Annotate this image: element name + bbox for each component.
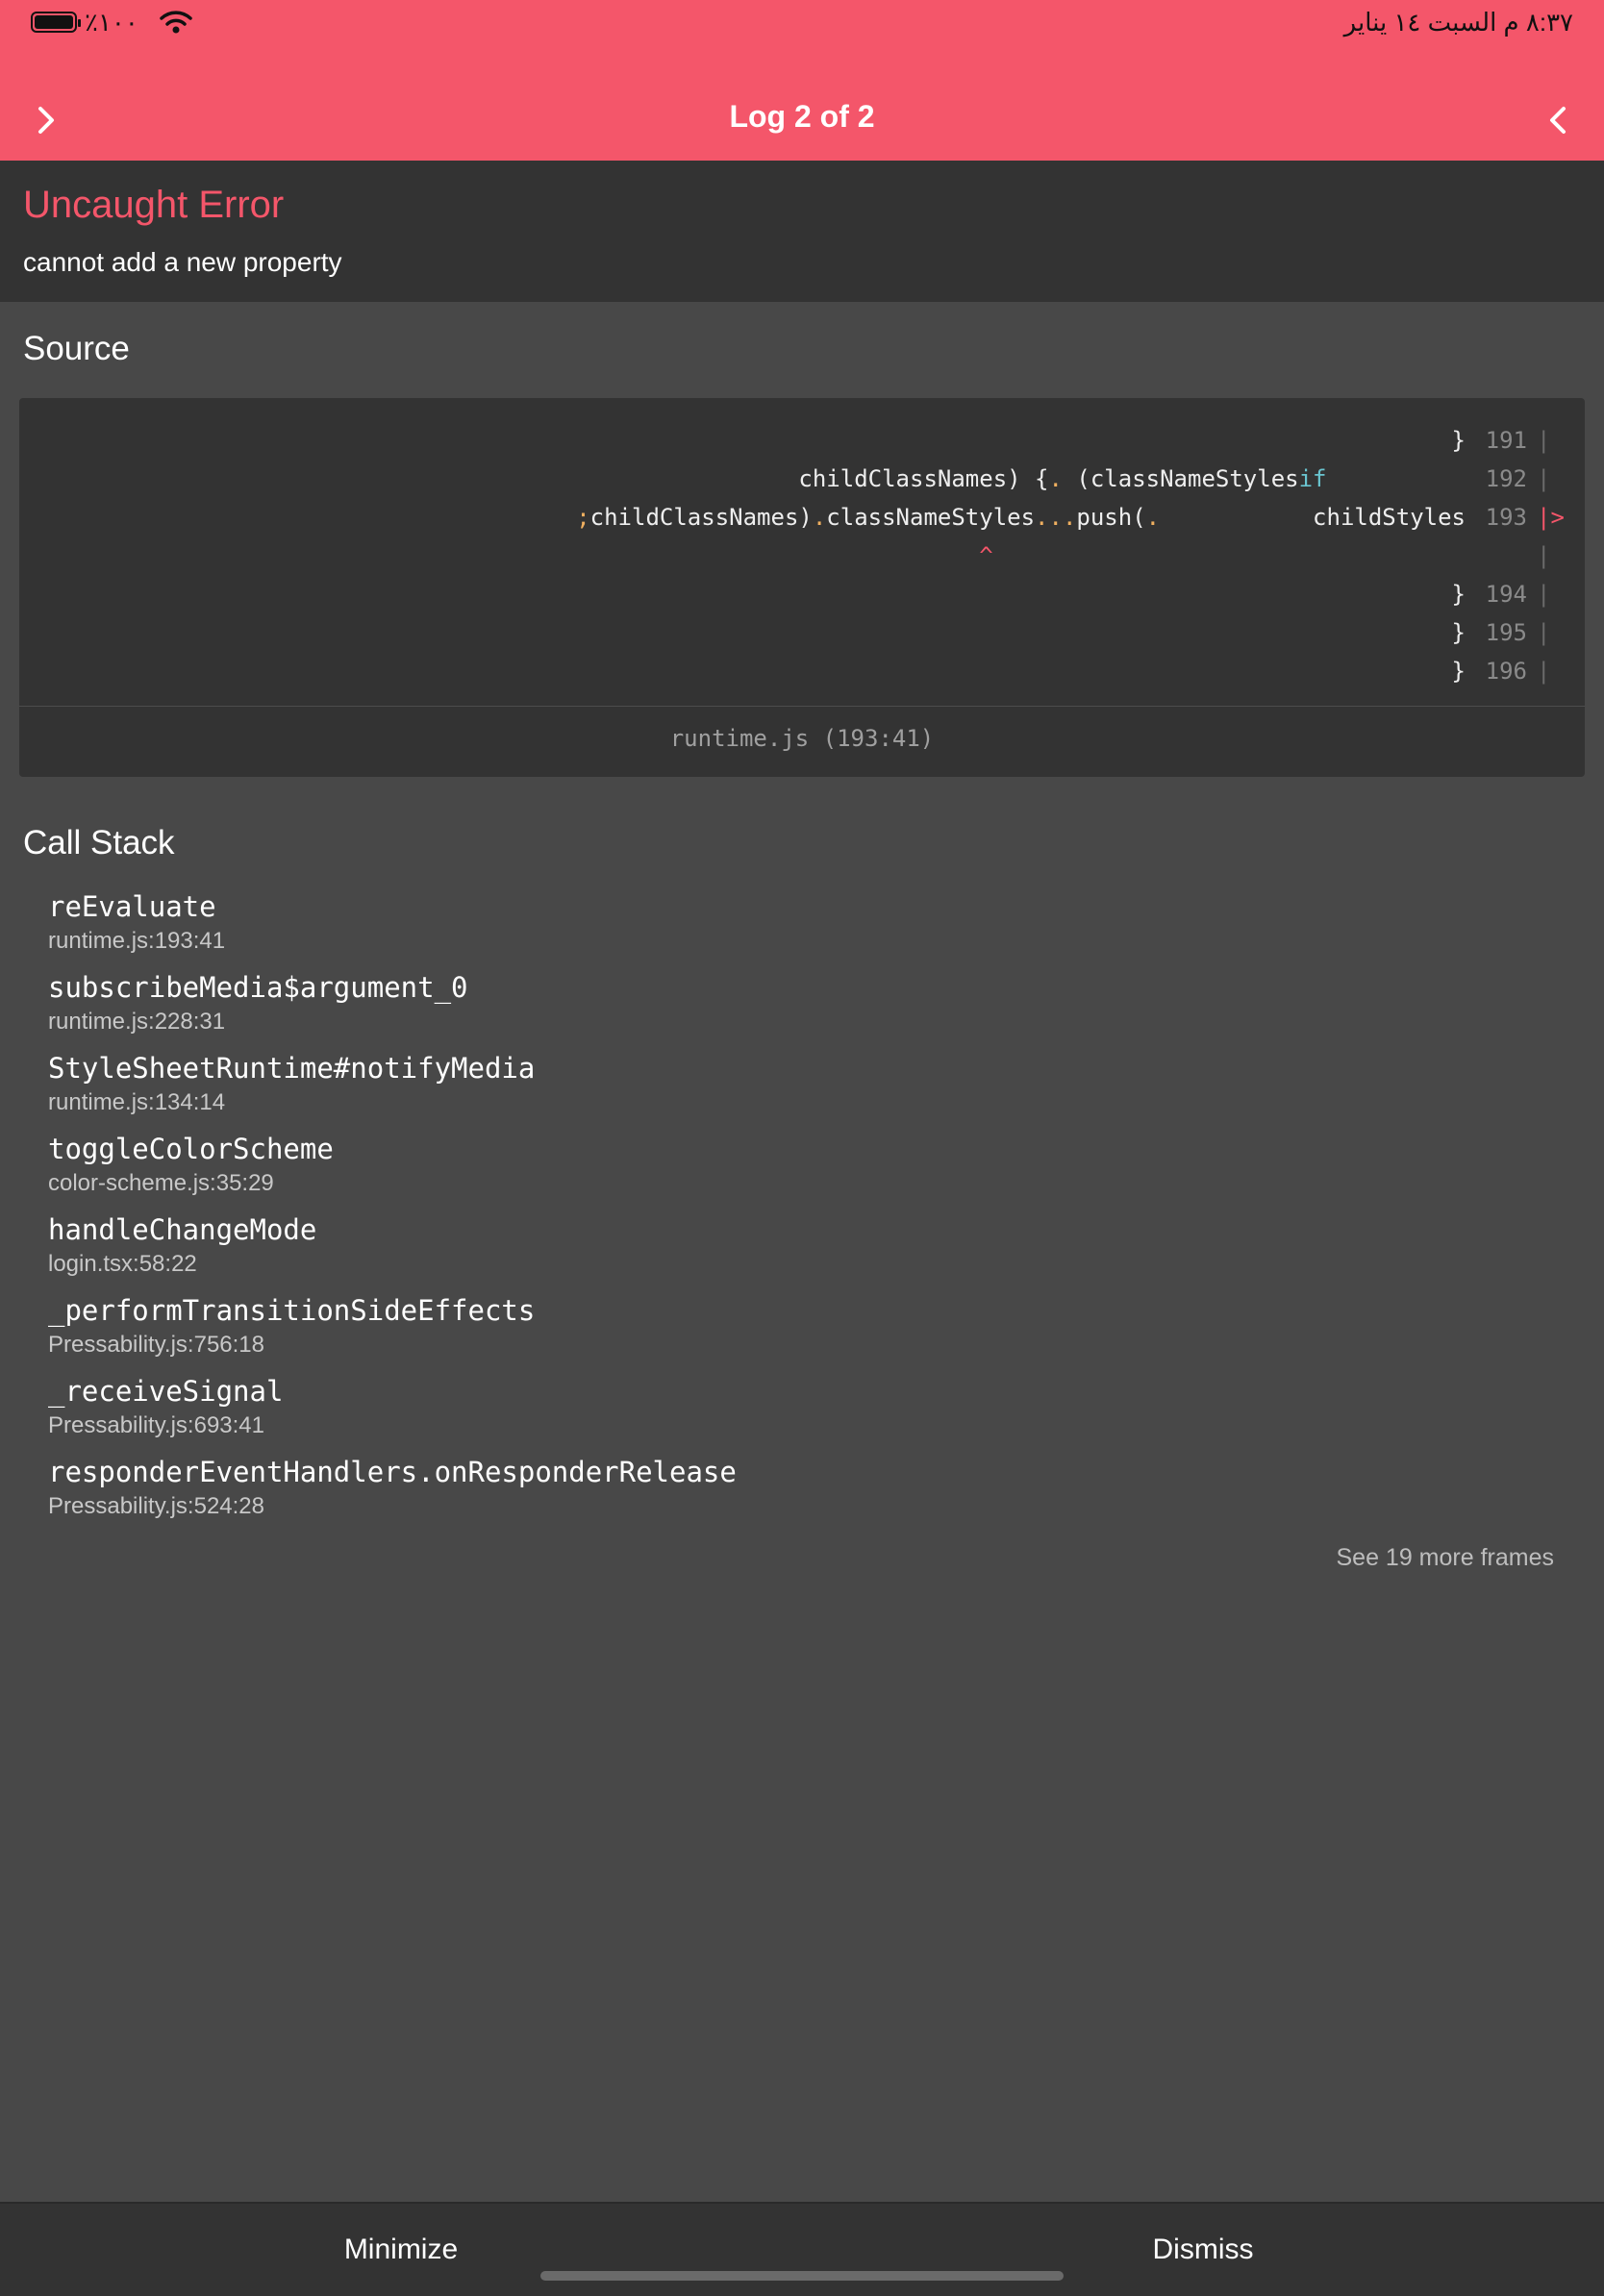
code-line-error-caret: ^ | xyxy=(979,542,1551,569)
frame-function-name: reEvaluate xyxy=(48,890,216,923)
minimize-button[interactable]: Minimize xyxy=(0,2204,802,2296)
status-time-date: ٨:٣٧ م السبت ١٤ يناير xyxy=(1343,8,1573,37)
stack-frame[interactable]: responderEventHandlers.onResponderReleas… xyxy=(48,1452,1394,1533)
log-header: ٪١٠٠ ٨:٣٧ م السبت ١٤ يناير Log 2 of 2 xyxy=(0,0,1604,161)
code-line: } 191 | xyxy=(1451,427,1551,454)
code-line: } 195 | xyxy=(1451,619,1551,646)
dismiss-button[interactable]: Dismiss xyxy=(802,2204,1604,2296)
frame-location: login.tsx:58:22 xyxy=(48,1251,197,1277)
frame-location: runtime.js:193:41 xyxy=(48,928,226,954)
frame-function-name: subscribeMedia$argument_0 xyxy=(48,971,468,1004)
stack-frame[interactable]: _performTransitionSideEffects Pressabili… xyxy=(48,1290,1394,1371)
error-message: cannot add a new property xyxy=(23,247,342,277)
wifi-icon xyxy=(160,11,192,34)
frame-location: runtime.js:134:14 xyxy=(48,1089,226,1115)
frame-function-name: handleChangeMode xyxy=(48,1213,317,1246)
call-stack-list: reEvaluate runtime.js:193:41 subscribeMe… xyxy=(48,886,1394,1533)
code-line: } 196 | xyxy=(1451,658,1551,685)
code-line: childClassNames) {. (classNameStylesif 1… xyxy=(798,465,1551,492)
code-line-highlighted: ;childClassNames).classNameStyles...push… xyxy=(576,504,1565,531)
error-summary: Uncaught Error cannot add a new property xyxy=(0,161,1604,302)
stack-frame[interactable]: _receiveSignal Pressability.js:693:41 xyxy=(48,1371,1394,1452)
previous-log-button[interactable] xyxy=(1519,82,1596,159)
stack-frame[interactable]: subscribeMedia$argument_0 runtime.js:228… xyxy=(48,967,1394,1048)
battery-percent: ٪١٠٠ xyxy=(85,7,138,37)
battery-status: ٪١٠٠ xyxy=(31,8,192,37)
frame-location: Pressability.js:693:41 xyxy=(48,1412,264,1438)
stack-frame[interactable]: StyleSheetRuntime#notifyMedia runtime.js… xyxy=(48,1048,1394,1129)
call-stack-heading: Call Stack xyxy=(23,824,175,861)
home-indicator[interactable] xyxy=(540,2271,1064,2281)
stack-frame[interactable]: toggleColorScheme color-scheme.js:35:29 xyxy=(48,1129,1394,1210)
frame-location: Pressability.js:756:18 xyxy=(48,1332,264,1358)
battery-icon xyxy=(31,12,81,33)
error-title: Uncaught Error xyxy=(23,184,285,226)
frame-function-name: StyleSheetRuntime#notifyMedia xyxy=(48,1052,536,1085)
frame-location: runtime.js:228:31 xyxy=(48,1009,226,1035)
frame-function-name: responderEventHandlers.onResponderReleas… xyxy=(48,1456,737,1488)
stack-frame[interactable]: reEvaluate runtime.js:193:41 xyxy=(48,886,1394,967)
log-navigation: Log 2 of 2 xyxy=(0,82,1604,159)
source-heading: Source xyxy=(23,330,130,367)
status-bar: ٪١٠٠ ٨:٣٧ م السبت ١٤ يناير xyxy=(0,0,1604,48)
see-more-frames-link[interactable]: See 19 more frames xyxy=(1337,1544,1555,1572)
frame-function-name: _receiveSignal xyxy=(48,1375,284,1408)
code-lines: } 191 | childClassNames) {. (classNameSt… xyxy=(27,421,1566,690)
frame-function-name: toggleColorScheme xyxy=(48,1133,334,1165)
code-line: } 194 | xyxy=(1451,581,1551,608)
chevron-left-icon xyxy=(1550,107,1566,134)
source-code-frame[interactable]: } 191 | childClassNames) {. (classNameSt… xyxy=(19,398,1585,777)
log-title: Log 2 of 2 xyxy=(729,99,875,134)
frame-location: color-scheme.js:35:29 xyxy=(48,1170,274,1196)
frame-function-name: _performTransitionSideEffects xyxy=(48,1294,536,1327)
bottom-action-bar: Minimize Dismiss xyxy=(0,2202,1604,2296)
stack-frame[interactable]: handleChangeMode login.tsx:58:22 xyxy=(48,1210,1394,1290)
code-divider xyxy=(19,706,1585,707)
source-file-location: runtime.js (193:41) xyxy=(669,725,935,752)
frame-location: Pressability.js:524:28 xyxy=(48,1493,264,1519)
